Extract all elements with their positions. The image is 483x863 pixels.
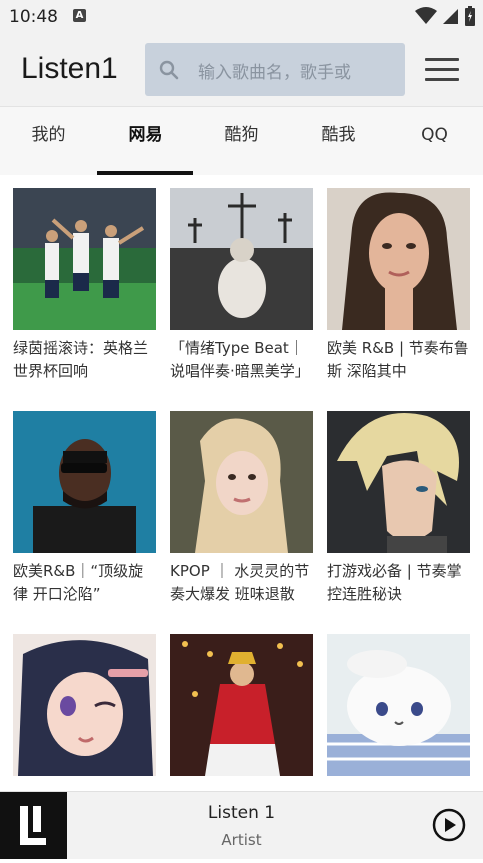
tab-kuwo[interactable]: 酷我 — [290, 107, 387, 175]
menu-button[interactable] — [425, 58, 459, 82]
now-playing-title: Listen 1 — [207, 803, 276, 823]
playlist-title: 打游戏必备 | 节奏掌控连胜秘诀 — [327, 562, 462, 603]
notification-icon: A — [73, 9, 86, 22]
app-title: Listen1 — [21, 52, 118, 85]
playlist-cover — [170, 634, 313, 776]
playlist-cover — [170, 411, 313, 553]
playlist-card[interactable]: 绿茵摇滚诗：英格兰世界杯回响 — [13, 188, 156, 383]
tab-mine[interactable]: 我的 — [0, 107, 97, 175]
tab-qq[interactable]: QQ — [386, 107, 483, 175]
search-icon — [159, 60, 179, 80]
playlist-card[interactable]: 欧美 R&B | 节奏布鲁斯 深陷其中 — [327, 188, 470, 383]
app-bar: Listen1 输入歌曲名，歌手或 — [0, 34, 483, 106]
playlist-card[interactable]: 欧美R&B｜“顶级旋律 开口沦陷” — [13, 411, 156, 606]
playlist-card[interactable] — [327, 634, 470, 783]
playlist-title: 「情绪Type Beat｜说唱伴奏·暗黑美学」 — [170, 339, 310, 380]
playlist-title: 欧美R&B｜“顶级旋律 开口沦陷” — [13, 562, 144, 603]
menu-icon-line — [425, 68, 459, 71]
menu-icon-line — [425, 58, 459, 61]
playlist-title: KPOP ｜ 水灵灵的节奏大爆发 班味退散 — [170, 562, 310, 603]
search-input[interactable]: 输入歌曲名，歌手或 — [145, 43, 405, 96]
playlist-card[interactable] — [170, 634, 313, 783]
battery-icon — [465, 6, 475, 26]
playlist-cover — [327, 411, 470, 553]
playlist-cover — [13, 634, 156, 776]
menu-icon-line — [425, 78, 459, 81]
search-placeholder: 输入歌曲名，歌手或 — [198, 63, 351, 83]
playlist-cover — [327, 188, 470, 330]
status-icons — [415, 6, 475, 26]
tab-kugou[interactable]: 酷狗 — [193, 107, 290, 175]
playlist-title: 绿茵摇滚诗：英格兰世界杯回响 — [13, 339, 149, 380]
now-playing-artist: Artist — [221, 831, 262, 849]
playlist-grid: 绿茵摇滚诗：英格兰世界杯回响 「情绪Type Beat｜说唱伴奏·暗黑美学」 欧… — [0, 175, 483, 791]
playlist-card[interactable]: 打游戏必备 | 节奏掌控连胜秘诀 — [327, 411, 470, 606]
wifi-icon — [415, 7, 437, 24]
playlist-card[interactable]: KPOP ｜ 水灵灵的节奏大爆发 班味退散 — [170, 411, 313, 606]
playlist-cover — [13, 188, 156, 330]
source-tabs: 我的 网易 酷狗 酷我 QQ — [0, 106, 483, 175]
status-time: 10:48 — [9, 7, 58, 27]
signal-icon — [443, 9, 458, 24]
playlist-cover — [170, 188, 313, 330]
tab-netease[interactable]: 网易 — [97, 107, 194, 175]
playlist-card[interactable]: 「情绪Type Beat｜说唱伴奏·暗黑美学」 — [170, 188, 313, 383]
status-bar: 10:48 A — [0, 0, 483, 34]
playlist-cover — [327, 634, 470, 776]
play-icon[interactable] — [432, 808, 466, 842]
playlist-title: 欧美 R&B | 节奏布鲁斯 深陷其中 — [327, 339, 469, 380]
playlist-cover — [13, 411, 156, 553]
mini-player[interactable]: Listen 1 Artist — [0, 791, 483, 859]
playlist-card[interactable] — [13, 634, 156, 783]
